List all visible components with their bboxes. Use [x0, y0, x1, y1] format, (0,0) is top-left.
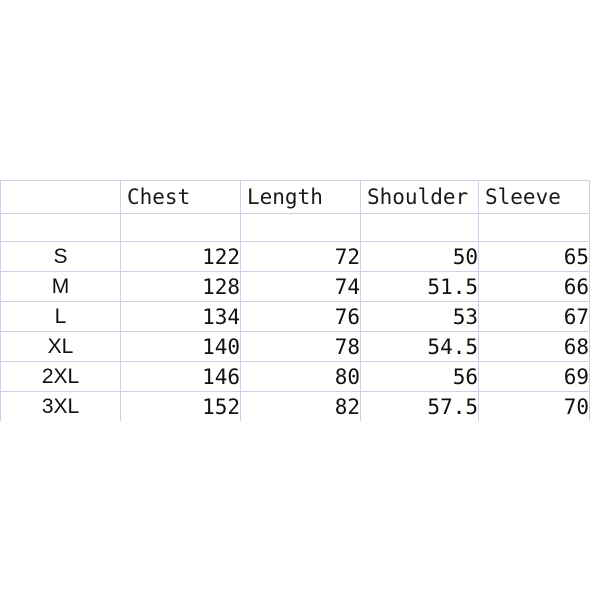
header-cell-sleeve: Sleeve: [478, 180, 590, 214]
page-canvas: Chest Length Shoulder Sleeve S 122 72 50…: [0, 0, 600, 600]
spacer-cell-size: [0, 213, 121, 242]
header-cell-shoulder: Shoulder: [360, 180, 479, 214]
spacer-cell-shoulder: [360, 213, 479, 242]
table-body: S 122 72 50 65 M 128 74 51.5 66 L 134 76: [0, 241, 590, 421]
table-row: M 128 74 51.5 66: [0, 271, 590, 302]
cell-shoulder: 51.5: [360, 271, 479, 302]
cell-sleeve: 67: [478, 301, 590, 332]
cell-sleeve: 70: [478, 391, 590, 421]
size-chart-container: Chest Length Shoulder Sleeve S 122 72 50…: [0, 180, 590, 421]
cell-shoulder: 54.5: [360, 331, 479, 362]
table-row: S 122 72 50 65: [0, 241, 590, 272]
cell-chest: 122: [120, 241, 241, 272]
cell-size: 3XL: [0, 391, 121, 421]
cell-chest: 128: [120, 271, 241, 302]
table-header: Chest Length Shoulder Sleeve: [0, 180, 590, 242]
cell-shoulder: 57.5: [360, 391, 479, 421]
cell-sleeve: 69: [478, 361, 590, 392]
header-cell-chest: Chest: [120, 180, 241, 214]
table-row: XL 140 78 54.5 68: [0, 331, 590, 362]
cell-sleeve: 65: [478, 241, 590, 272]
cell-chest: 152: [120, 391, 241, 421]
cell-sleeve: 66: [478, 271, 590, 302]
table-row: L 134 76 53 67: [0, 301, 590, 332]
spacer-row: [0, 213, 590, 242]
cell-sleeve: 68: [478, 331, 590, 362]
cell-shoulder: 50: [360, 241, 479, 272]
cell-length: 76: [240, 301, 361, 332]
table-row: 2XL 146 80 56 69: [0, 361, 590, 392]
cell-chest: 146: [120, 361, 241, 392]
cell-length: 72: [240, 241, 361, 272]
cell-length: 80: [240, 361, 361, 392]
cell-chest: 140: [120, 331, 241, 362]
cell-length: 74: [240, 271, 361, 302]
cell-size: L: [0, 301, 121, 332]
header-cell-length: Length: [240, 180, 361, 214]
spacer-cell-sleeve: [478, 213, 590, 242]
header-row: Chest Length Shoulder Sleeve: [0, 180, 590, 214]
cell-size: 2XL: [0, 361, 121, 392]
cell-shoulder: 56: [360, 361, 479, 392]
table-row: 3XL 152 82 57.5 70: [0, 391, 590, 421]
cell-size: M: [0, 271, 121, 302]
cell-chest: 134: [120, 301, 241, 332]
cell-size: S: [0, 241, 121, 272]
cell-size: XL: [0, 331, 121, 362]
cell-length: 82: [240, 391, 361, 421]
size-chart-table: Chest Length Shoulder Sleeve S 122 72 50…: [0, 180, 590, 421]
cell-length: 78: [240, 331, 361, 362]
spacer-cell-chest: [120, 213, 241, 242]
header-cell-size: [0, 180, 121, 214]
cell-shoulder: 53: [360, 301, 479, 332]
spacer-cell-length: [240, 213, 361, 242]
